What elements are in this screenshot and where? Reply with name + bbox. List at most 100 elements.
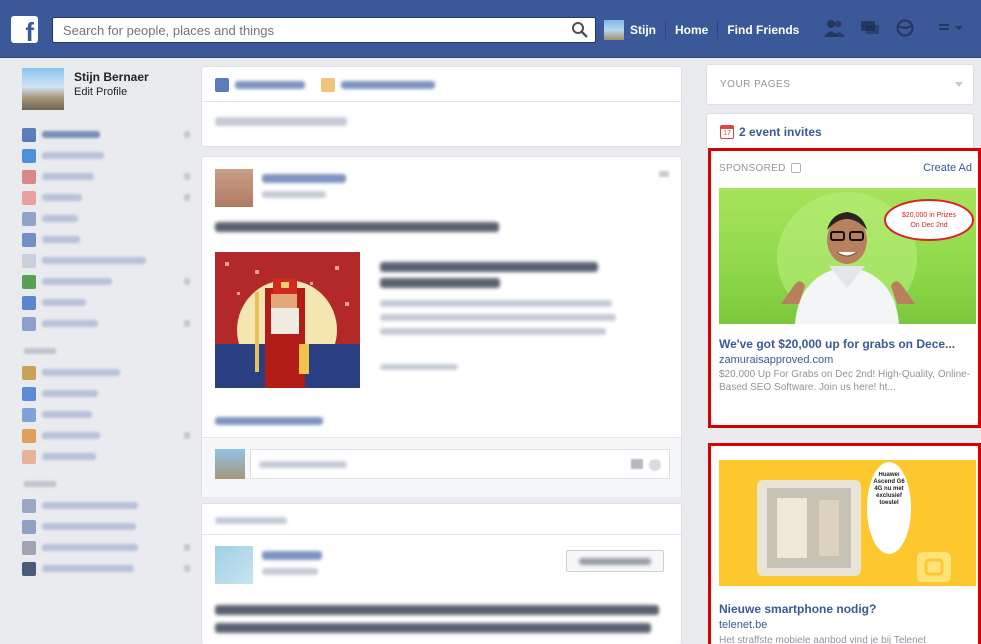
ad-domain[interactable]: zamuraisapproved.com [719, 354, 833, 366]
post-timestamp[interactable] [262, 191, 326, 198]
sidebar-item-count [184, 278, 190, 285]
post-author-name[interactable] [262, 174, 346, 183]
group-icon [22, 498, 36, 513]
profile-summary[interactable]: Stijn Bernaer Edit Profile [22, 68, 190, 110]
link-preview-desc [380, 328, 606, 335]
settings-menu-icon[interactable] [939, 20, 965, 39]
sidebar-item[interactable] [22, 446, 190, 467]
event-invites-box[interactable]: 17 2 event invites [706, 113, 974, 149]
post-actions[interactable] [215, 417, 323, 425]
sidebar-item[interactable] [22, 362, 190, 383]
notification-icons [823, 18, 965, 41]
home-link[interactable]: Home [666, 23, 717, 37]
feed-post [201, 156, 682, 497]
emoji-icon[interactable] [649, 459, 661, 471]
profile-link[interactable]: Stijn [630, 23, 665, 37]
ad-description: $20,000 Up For Grabs on Dec 2nd! High-Qu… [719, 369, 971, 393]
sidebar-item-label [42, 523, 136, 530]
sidebar-item[interactable] [22, 537, 190, 558]
sidebar-item-label [42, 215, 78, 222]
sidebar-item[interactable] [22, 495, 190, 516]
update-status-icon [215, 78, 229, 92]
sidebar-item-label [42, 411, 92, 418]
page-avatar[interactable] [215, 546, 253, 584]
messages-icon[interactable] [859, 18, 881, 41]
update-status-tab[interactable] [235, 81, 305, 89]
camera-icon[interactable] [631, 459, 643, 469]
link-preview-title[interactable] [380, 262, 598, 272]
suggested-post-text [215, 605, 659, 615]
search-box[interactable] [52, 17, 596, 43]
notifications-globe-icon[interactable] [895, 18, 915, 41]
user-avatar[interactable] [604, 20, 624, 40]
your-pages-box[interactable]: YOUR PAGES [706, 64, 974, 105]
find-friends-link[interactable]: Find Friends [718, 23, 808, 37]
suggested-post [201, 503, 682, 644]
link-preview-title[interactable] [380, 278, 500, 288]
status-composer[interactable] [201, 66, 682, 147]
link-preview-image[interactable] [215, 252, 360, 388]
sidebar-item-label [42, 369, 120, 376]
sidebar-item-count [184, 131, 190, 138]
news-feed-icon [22, 127, 36, 142]
profile-picture[interactable] [22, 68, 64, 110]
sidebar-item[interactable] [22, 558, 190, 579]
sidebar-item[interactable] [22, 229, 190, 250]
sidebar-item-count [184, 173, 190, 180]
sidebar-item[interactable] [22, 292, 190, 313]
page-name[interactable] [262, 551, 322, 560]
event-invites-link[interactable]: 2 event invites [739, 125, 822, 139]
ad-image[interactable]: $20,000 in Prizes On Dec 2nd [719, 188, 976, 324]
sidebar-item[interactable] [22, 145, 190, 166]
ad-title[interactable]: Nieuwe smartphone nodig? [719, 602, 979, 616]
sidebar-item[interactable] [22, 404, 190, 425]
friend-requests-icon[interactable] [823, 18, 845, 41]
sponsored-label: SPONSORED [719, 163, 786, 174]
post-text [215, 222, 499, 232]
search-input[interactable] [53, 18, 553, 42]
sidebar-item[interactable] [22, 166, 190, 187]
sidebar-item-label [42, 131, 100, 138]
page-icon [22, 407, 36, 422]
your-pages-label: YOUR PAGES [720, 79, 791, 90]
like-page-button[interactable] [566, 550, 664, 572]
sidebar-item-label [42, 257, 146, 264]
ad-domain[interactable]: telenet.be [719, 619, 767, 631]
sidebar-item[interactable] [22, 313, 190, 334]
sponsored-ad: SPONSORED Create Ad $20,000 in Prizes On… [708, 148, 981, 428]
sidebar-item[interactable] [22, 516, 190, 537]
groups-icon [22, 295, 36, 310]
chevron-down-icon[interactable] [955, 82, 963, 87]
sidebar-item[interactable] [22, 271, 190, 292]
ad-title[interactable]: We've got $20,000 up for grabs on Dece..… [719, 337, 979, 351]
sidebar-item-count [184, 320, 190, 327]
sidebar-item[interactable] [22, 208, 190, 229]
pages-nav [22, 362, 190, 467]
sidebar-item-label [42, 236, 80, 243]
comment-input[interactable] [250, 449, 670, 479]
composer-placeholder[interactable] [215, 117, 347, 126]
sidebar-item-count [184, 194, 190, 201]
sidebar-item[interactable] [22, 425, 190, 446]
suggested-post-label [215, 517, 287, 524]
ad-choices-icon[interactable] [791, 163, 801, 173]
create-ad-link[interactable]: Create Ad [923, 162, 972, 174]
post-options-icon[interactable] [659, 171, 669, 177]
search-icon[interactable] [571, 21, 591, 39]
ad-image[interactable]: Huawei Ascend G6 4G nu met exclusief toe… [719, 460, 976, 586]
sidebar-item[interactable] [22, 124, 190, 145]
sidebar-item[interactable] [22, 250, 190, 271]
edit-profile-link[interactable]: Edit Profile [74, 86, 149, 98]
calendar-icon: 17 [720, 125, 734, 139]
games-icon [22, 274, 36, 289]
groups-nav [22, 495, 190, 579]
add-photo-tab[interactable] [341, 81, 435, 89]
profile-name[interactable]: Stijn Bernaer [74, 70, 149, 84]
sidebar-item[interactable] [22, 187, 190, 208]
link-preview-desc [380, 314, 616, 321]
sidebar-item-count [184, 544, 190, 551]
sidebar-item-label [42, 453, 96, 460]
facebook-logo[interactable]: f [11, 16, 38, 43]
post-author-avatar[interactable] [215, 169, 253, 207]
sidebar-item[interactable] [22, 383, 190, 404]
